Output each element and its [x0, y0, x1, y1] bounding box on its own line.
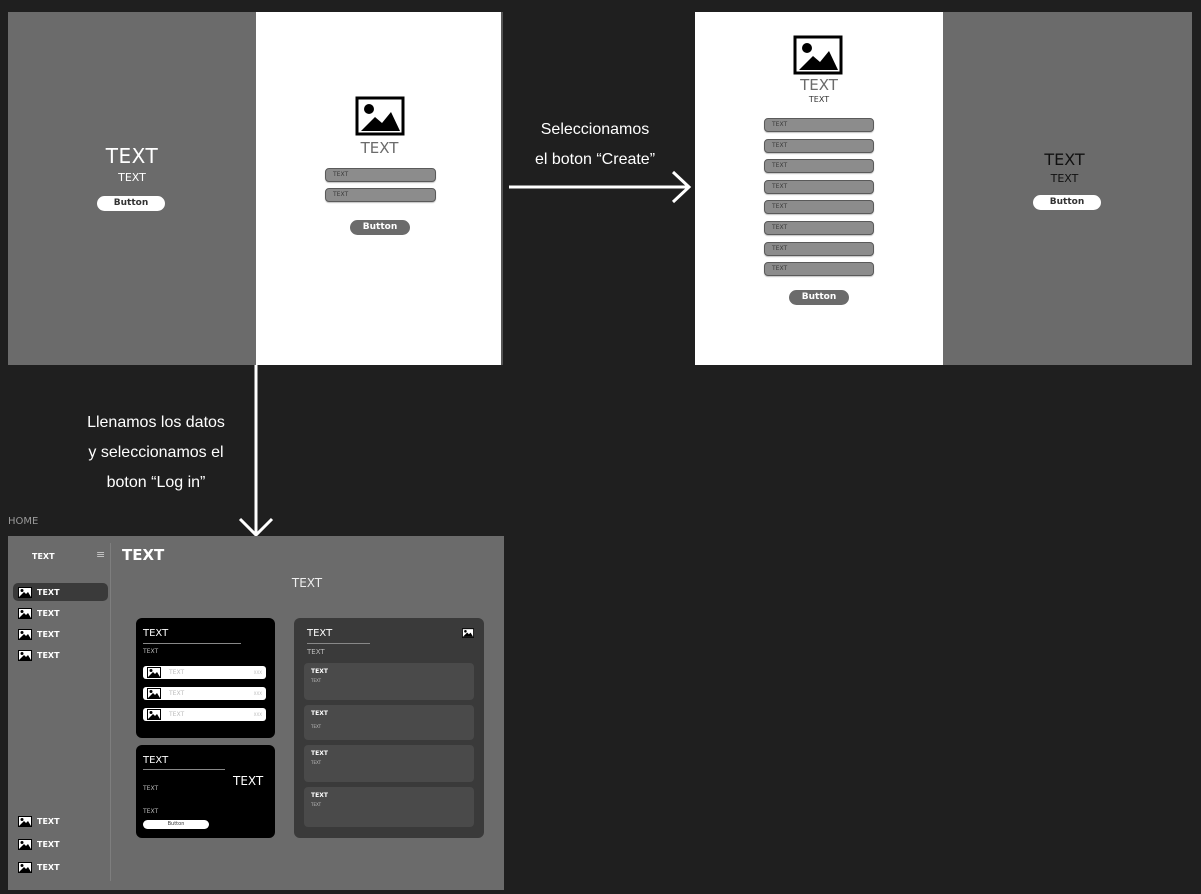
image-icon [18, 815, 32, 827]
card-text: TEXT [143, 785, 159, 792]
image-icon [18, 838, 32, 850]
card-button[interactable]: Button [143, 820, 209, 829]
create-button[interactable]: Button [97, 196, 165, 211]
create-form-subtitle: TEXT [808, 95, 830, 104]
image-icon [147, 667, 161, 678]
image-icon [18, 861, 32, 873]
create-form-title: TEXT [800, 76, 838, 94]
register-field[interactable]: TEXT [764, 139, 874, 153]
menu-icon[interactable]: ≡ [96, 548, 105, 561]
card-text: TEXT [143, 808, 159, 815]
caption-create: Seleccionamos el boton “Create” [534, 121, 656, 168]
create-right-panel: TEXT TEXT Button [943, 12, 1192, 365]
sub-panel[interactable]: TEXT TEXT [304, 745, 474, 782]
sidebar-bottom-item[interactable]: TEXT [13, 835, 108, 853]
image-icon [18, 607, 32, 619]
image-icon [147, 709, 161, 720]
register-field[interactable]: TEXT [764, 242, 874, 256]
create-right-subtitle: TEXT [1050, 172, 1079, 185]
password-field[interactable]: TEXT [325, 188, 436, 202]
image-icon [147, 688, 161, 699]
register-field[interactable]: TEXT [764, 118, 874, 132]
sidebar-bottom-item[interactable]: TEXT [13, 812, 108, 830]
image-placeholder-icon [793, 35, 843, 75]
sidebar-divider [110, 543, 111, 881]
main-center-text: TEXT [291, 576, 323, 590]
login-left-title: TEXT [105, 144, 159, 168]
sidebar-item[interactable]: TEXT [13, 604, 108, 622]
image-icon [462, 628, 474, 638]
register-field[interactable]: TEXT [764, 159, 874, 173]
sidebar-nav: TEXT TEXT TEXT TEXT [13, 583, 108, 664]
arrow-down-icon [238, 365, 274, 538]
login-left-subtitle: TEXT [118, 171, 146, 184]
sub-panel[interactable]: TEXT TEXT [304, 663, 474, 700]
page-title: TEXT [122, 546, 165, 564]
list-row[interactable]: TEXT XXX [143, 666, 266, 679]
register-field[interactable]: TEXT [764, 221, 874, 235]
home-screen: TEXT ≡ TEXT TEXT TEXT TEXT TEXT TEXT TEX… [8, 536, 504, 890]
create-right-title: TEXT [1044, 150, 1085, 169]
card-big-text: TEXT [233, 774, 264, 788]
card-title: TEXT [143, 628, 169, 639]
sidebar-item[interactable]: TEXT [13, 646, 108, 664]
sub-panel[interactable]: TEXT TEXT [304, 787, 474, 827]
sidebar-bottom-item[interactable]: TEXT [13, 858, 108, 876]
image-icon [18, 586, 32, 598]
card-divider [307, 643, 370, 644]
panels-card: TEXT TEXT TEXT TEXT TEXT TEXT TEXT TEXT … [294, 618, 484, 838]
login-left-panel: TEXT TEXT Button [8, 12, 256, 365]
card-divider [143, 643, 241, 644]
sidebar-item[interactable]: TEXT [13, 583, 108, 601]
sidebar-bottom-nav: TEXT TEXT TEXT [13, 812, 108, 876]
sub-panel[interactable]: TEXT TEXT [304, 705, 474, 740]
list-card: TEXT TEXT TEXT XXX TEXT XXX TEXT XXX [136, 618, 275, 738]
card-title: TEXT [307, 628, 333, 639]
card-subtitle: TEXT [307, 648, 325, 656]
card-title: TEXT [143, 755, 169, 766]
login-right-panel: TEXT TEXT TEXT Button [256, 12, 503, 365]
caption-login: Llenamos los datos y seleccionamos el bo… [87, 414, 225, 491]
info-card: TEXT TEXT TEXT TEXT Button [136, 745, 275, 838]
register-button[interactable]: Button [789, 290, 849, 305]
home-label: HOME [8, 516, 39, 527]
list-row[interactable]: TEXT XXX [143, 708, 266, 721]
image-icon [18, 649, 32, 661]
login-form-title: TEXT [360, 139, 399, 157]
arrow-right-icon [509, 170, 692, 204]
register-field[interactable]: TEXT [764, 200, 874, 214]
back-to-login-button[interactable]: Button [1033, 195, 1101, 210]
card-divider [143, 769, 225, 770]
sidebar-title: TEXT [32, 552, 55, 561]
list-row[interactable]: TEXT XXX [143, 687, 266, 700]
register-field[interactable]: TEXT [764, 180, 874, 194]
image-placeholder-icon [355, 96, 405, 136]
login-button[interactable]: Button [350, 220, 410, 235]
username-field[interactable]: TEXT [325, 168, 436, 182]
card-subtitle: TEXT [143, 648, 159, 655]
create-left-panel: TEXT TEXT TEXT TEXT TEXT TEXT TEXT TEXT … [695, 12, 943, 365]
register-field[interactable]: TEXT [764, 262, 874, 276]
sidebar-item[interactable]: TEXT [13, 625, 108, 643]
image-icon [18, 628, 32, 640]
